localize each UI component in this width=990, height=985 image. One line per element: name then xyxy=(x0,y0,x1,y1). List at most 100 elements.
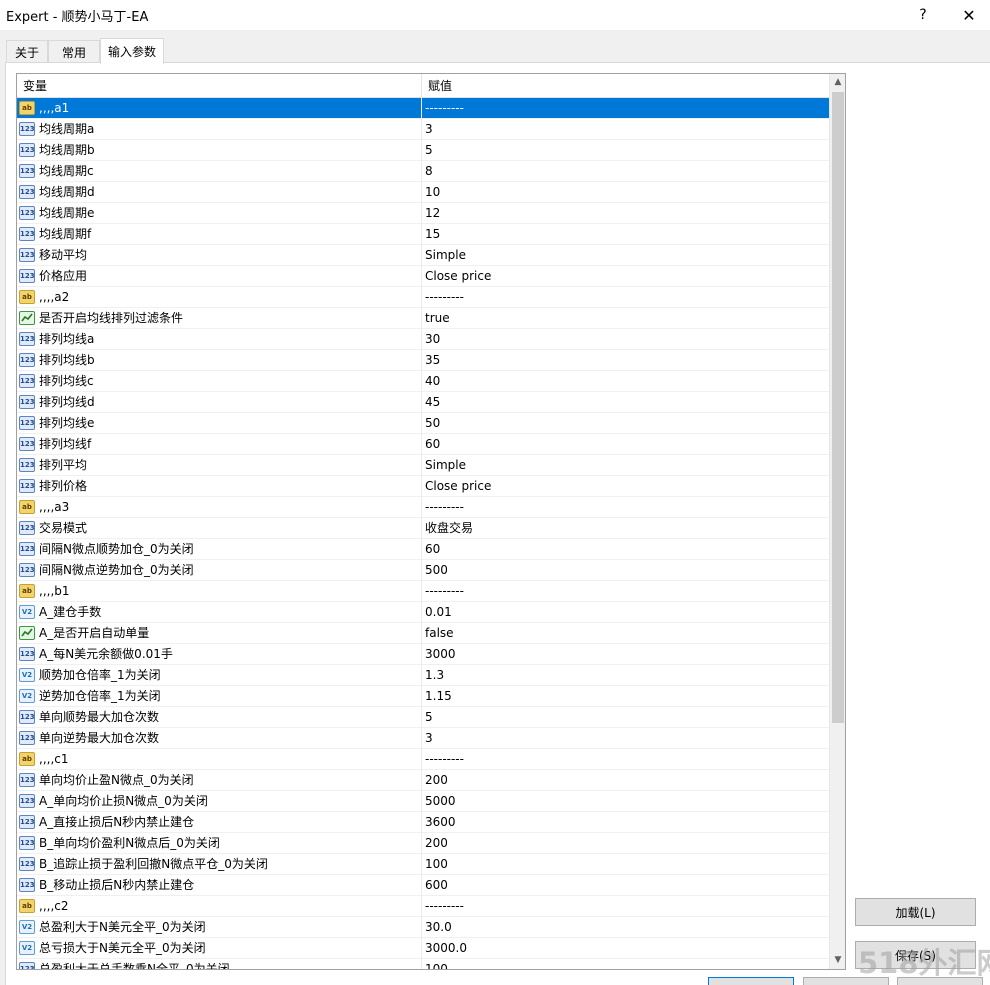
parameter-value[interactable]: 3 xyxy=(422,728,829,749)
parameter-value[interactable]: 200 xyxy=(422,833,829,854)
table-row[interactable]: 123 B_追踪止损于盈利回撤N微点平仓_0为关闭 100 xyxy=(17,854,829,875)
tab-common[interactable]: 常用 xyxy=(48,40,100,63)
parameter-value[interactable]: 1.3 xyxy=(422,665,829,686)
table-row[interactable]: 123 间隔N微点逆势加仓_0为关闭 500 xyxy=(17,560,829,581)
parameter-value[interactable]: 3000.0 xyxy=(422,938,829,959)
parameter-value[interactable]: 200 xyxy=(422,770,829,791)
parameter-value[interactable]: --------- xyxy=(422,497,829,518)
scroll-up-icon[interactable]: ▲ xyxy=(830,74,845,91)
parameter-value[interactable]: Simple xyxy=(422,245,829,266)
table-row[interactable]: 123 均线周期a 3 xyxy=(17,119,829,140)
table-row[interactable]: ab ,,,,c1 --------- xyxy=(17,749,829,770)
load-button[interactable]: 加载(L) xyxy=(855,898,976,926)
table-row[interactable]: 123 A_直接止损后N秒内禁止建仓 3600 xyxy=(17,812,829,833)
vertical-scrollbar[interactable]: ▲ ▼ xyxy=(829,74,845,969)
parameter-value[interactable]: 60 xyxy=(422,434,829,455)
parameter-value[interactable]: 3000 xyxy=(422,644,829,665)
table-row[interactable]: 123 B_单向均价盈利N微点后_0为关闭 200 xyxy=(17,833,829,854)
table-row[interactable]: 123 排列均线c 40 xyxy=(17,371,829,392)
parameter-value[interactable]: 收盘交易 xyxy=(422,518,829,539)
table-row[interactable]: A_是否开启自动单量 false xyxy=(17,623,829,644)
table-row[interactable]: 123 单向逆势最大加仓次数 3 xyxy=(17,728,829,749)
parameter-value[interactable]: --------- xyxy=(422,581,829,602)
table-row[interactable]: 123 均线周期c 8 xyxy=(17,161,829,182)
table-row[interactable]: 123 B_移动止损后N秒内禁止建仓 600 xyxy=(17,875,829,896)
parameter-name-text: B_单向均价盈利N微点后_0为关闭 xyxy=(39,836,220,850)
table-row[interactable]: ab ,,,,b1 --------- xyxy=(17,581,829,602)
scroll-down-icon[interactable]: ▼ xyxy=(830,952,845,969)
parameter-value[interactable]: 100 xyxy=(422,854,829,875)
parameter-value[interactable]: 10 xyxy=(422,182,829,203)
table-row[interactable]: 123 交易模式 收盘交易 xyxy=(17,518,829,539)
table-row[interactable]: 123 排列均线d 45 xyxy=(17,392,829,413)
parameter-value[interactable]: 3 xyxy=(422,119,829,140)
table-row[interactable]: 123 均线周期f 15 xyxy=(17,224,829,245)
parameter-value[interactable]: true xyxy=(422,308,829,329)
parameter-name-text: ,,,,a1 xyxy=(39,101,70,115)
table-row[interactable]: 123 单向均价止盈N微点_0为关闭 200 xyxy=(17,770,829,791)
table-row[interactable]: 123 间隔N微点顺势加仓_0为关闭 60 xyxy=(17,539,829,560)
table-row[interactable]: V2 顺势加仓倍率_1为关闭 1.3 xyxy=(17,665,829,686)
parameter-value[interactable]: 5 xyxy=(422,140,829,161)
parameter-value[interactable]: Close price xyxy=(422,476,829,497)
table-row[interactable]: ab ,,,,a1 --------- xyxy=(17,98,829,119)
parameter-value[interactable]: 500 xyxy=(422,560,829,581)
parameter-value[interactable]: 5000 xyxy=(422,791,829,812)
table-row[interactable]: 是否开启均线排列过滤条件 true xyxy=(17,308,829,329)
column-header-variable[interactable]: 变量 xyxy=(17,74,422,98)
parameter-value[interactable]: 1.15 xyxy=(422,686,829,707)
parameter-value[interactable]: 8 xyxy=(422,161,829,182)
tab-about[interactable]: 关于 xyxy=(6,40,48,63)
table-row[interactable]: 123 排列平均 Simple xyxy=(17,455,829,476)
parameter-value[interactable]: 60 xyxy=(422,539,829,560)
table-row[interactable]: V2 总亏损大于N美元全平_0为关闭 3000.0 xyxy=(17,938,829,959)
parameter-value[interactable]: 3600 xyxy=(422,812,829,833)
parameter-value[interactable]: 15 xyxy=(422,224,829,245)
help-button[interactable]: ? xyxy=(900,2,946,28)
table-row[interactable]: 123 排列均线a 30 xyxy=(17,329,829,350)
parameter-value[interactable]: 40 xyxy=(422,371,829,392)
parameter-value[interactable]: 45 xyxy=(422,392,829,413)
parameter-name-text: 排列均线e xyxy=(39,416,95,430)
parameter-value[interactable]: Close price xyxy=(422,266,829,287)
table-row[interactable]: 123 A_每N美元余额做0.01手 3000 xyxy=(17,644,829,665)
table-row[interactable]: 123 移动平均 Simple xyxy=(17,245,829,266)
parameter-value[interactable]: 5 xyxy=(422,707,829,728)
table-row[interactable]: 123 A_单向均价止损N微点_0为关闭 5000 xyxy=(17,791,829,812)
parameter-value[interactable]: 35 xyxy=(422,350,829,371)
table-row[interactable]: V2 逆势加仓倍率_1为关闭 1.15 xyxy=(17,686,829,707)
table-row[interactable]: ab ,,,,c2 --------- xyxy=(17,896,829,917)
parameter-value[interactable]: 30 xyxy=(422,329,829,350)
scrollbar-thumb[interactable] xyxy=(832,92,844,723)
table-row[interactable]: 123 总盈利大于总手数乘N全平_0为关闭 100 xyxy=(17,959,829,969)
parameter-value[interactable]: --------- xyxy=(422,98,829,119)
table-row[interactable]: 123 排列均线e 50 xyxy=(17,413,829,434)
parameter-value[interactable]: 600 xyxy=(422,875,829,896)
column-header-value[interactable]: 赋值 xyxy=(422,74,829,98)
tab-input-parameters[interactable]: 输入参数 xyxy=(100,38,164,64)
parameter-value[interactable]: false xyxy=(422,623,829,644)
table-row[interactable]: V2 总盈利大于N美元全平_0为关闭 30.0 xyxy=(17,917,829,938)
table-row[interactable]: 123 均线周期e 12 xyxy=(17,203,829,224)
table-row[interactable]: 123 单向顺势最大加仓次数 5 xyxy=(17,707,829,728)
ok-button[interactable] xyxy=(708,977,794,985)
table-row[interactable]: ab ,,,,a3 --------- xyxy=(17,497,829,518)
table-row[interactable]: 123 排列均线f 60 xyxy=(17,434,829,455)
table-row[interactable]: ab ,,,,a2 --------- xyxy=(17,287,829,308)
table-row[interactable]: 123 均线周期b 5 xyxy=(17,140,829,161)
table-row[interactable]: 123 排列价格 Close price xyxy=(17,476,829,497)
parameter-value[interactable]: 100 xyxy=(422,959,829,969)
parameter-value[interactable]: --------- xyxy=(422,287,829,308)
parameter-value[interactable]: 0.01 xyxy=(422,602,829,623)
parameter-value[interactable]: --------- xyxy=(422,896,829,917)
close-button[interactable]: ✕ xyxy=(946,2,990,28)
parameter-value[interactable]: --------- xyxy=(422,749,829,770)
table-row[interactable]: 123 价格应用 Close price xyxy=(17,266,829,287)
table-row[interactable]: 123 排列均线b 35 xyxy=(17,350,829,371)
parameter-value[interactable]: 50 xyxy=(422,413,829,434)
parameter-value[interactable]: 12 xyxy=(422,203,829,224)
parameter-value[interactable]: 30.0 xyxy=(422,917,829,938)
parameter-value[interactable]: Simple xyxy=(422,455,829,476)
table-row[interactable]: 123 均线周期d 10 xyxy=(17,182,829,203)
table-row[interactable]: V2 A_建仓手数 0.01 xyxy=(17,602,829,623)
